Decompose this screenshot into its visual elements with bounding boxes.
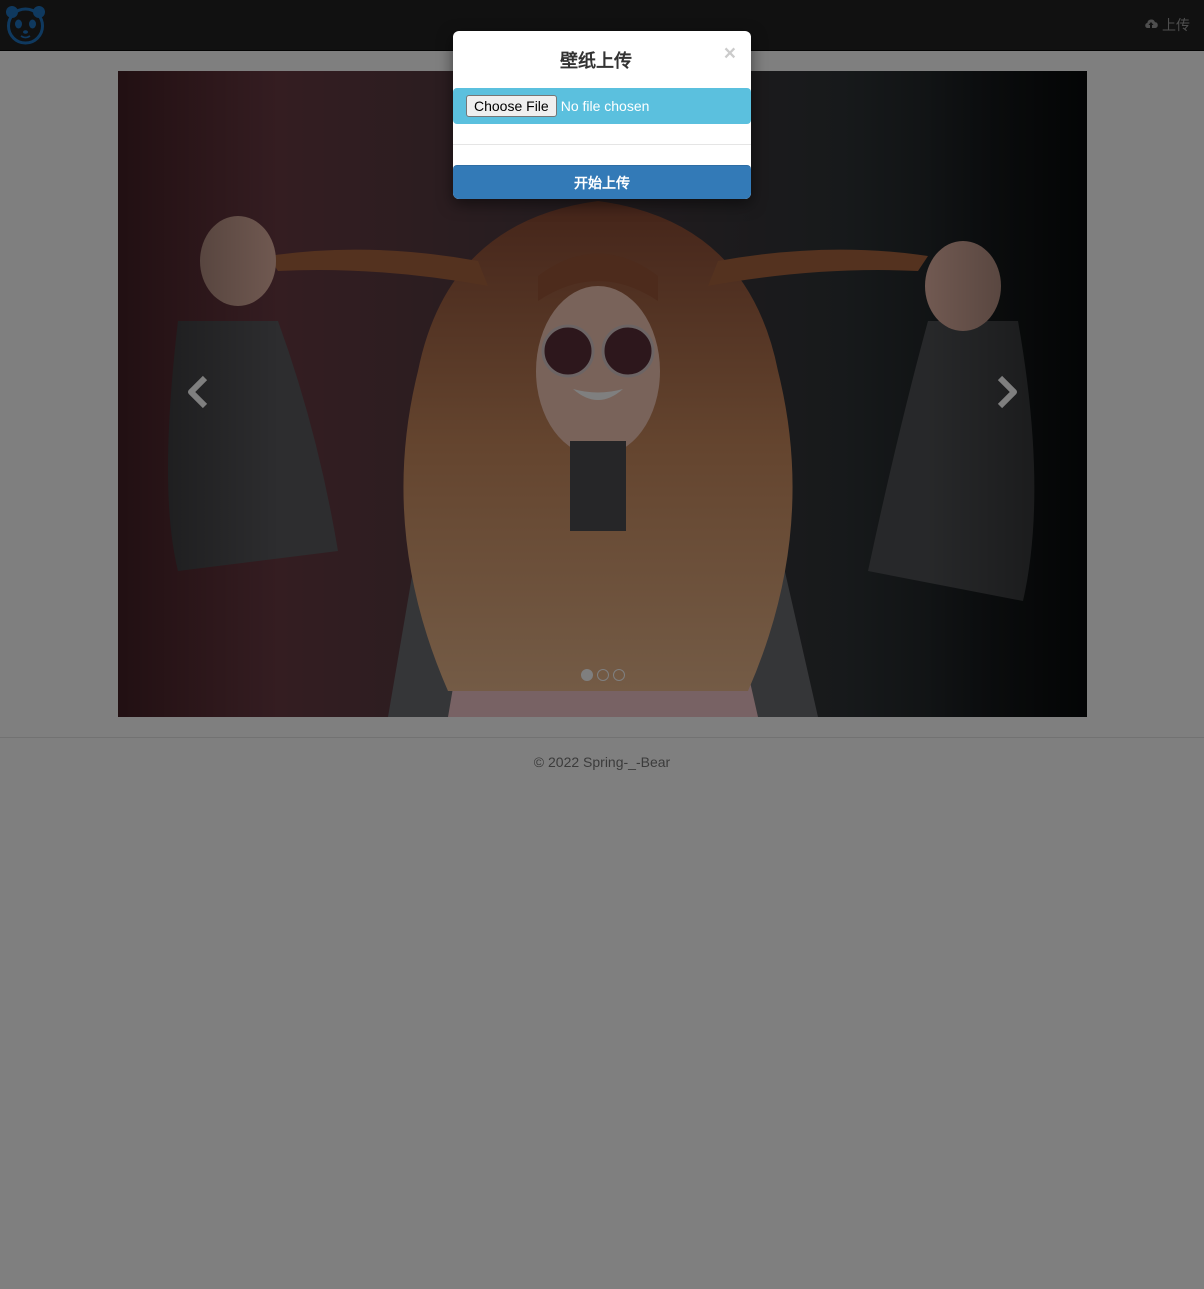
upload-modal: 壁纸上传 × Choose File No file chosen 开始上传 bbox=[453, 31, 751, 199]
modal-title: 壁纸上传 bbox=[560, 51, 632, 71]
close-icon[interactable]: × bbox=[724, 43, 736, 64]
choose-file-button[interactable]: Choose File bbox=[466, 95, 557, 117]
start-upload-button[interactable]: 开始上传 bbox=[453, 165, 751, 199]
modal-header: 壁纸上传 × bbox=[453, 31, 751, 88]
file-status-text: No file chosen bbox=[560, 98, 650, 114]
modal-divider bbox=[453, 144, 751, 145]
file-input-row: Choose File No file chosen bbox=[453, 88, 751, 124]
